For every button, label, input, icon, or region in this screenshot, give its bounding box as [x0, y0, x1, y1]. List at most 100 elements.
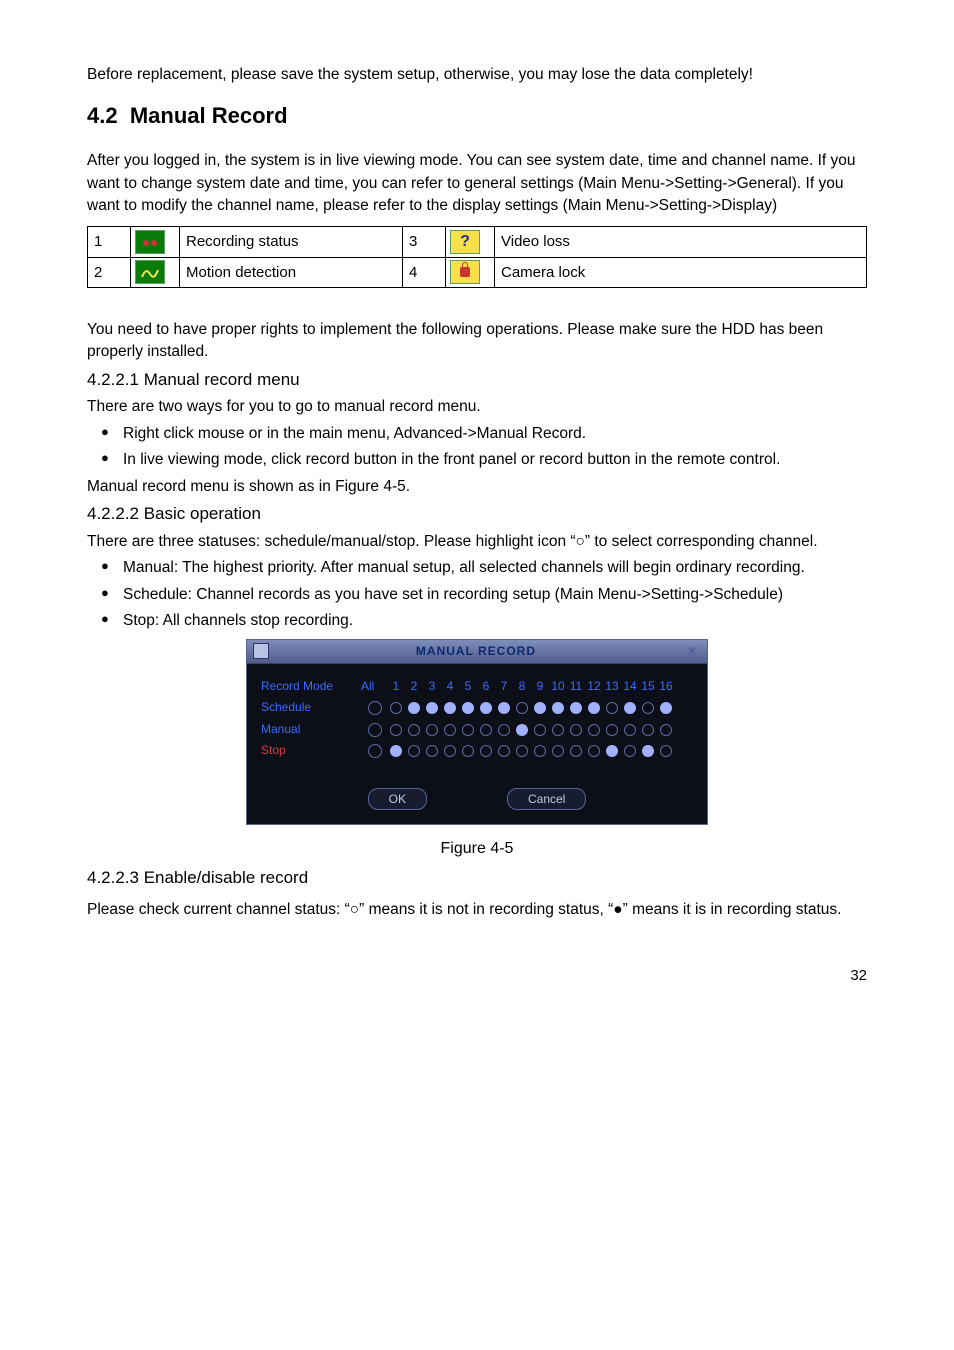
section-title: Manual Record: [130, 103, 288, 128]
record-mode-label: Record Mode: [261, 678, 361, 695]
list-item: Manual: The highest priority. After manu…: [87, 557, 867, 579]
channel-radio[interactable]: [408, 724, 420, 736]
channel-radio[interactable]: [462, 745, 474, 757]
schedule-radios[interactable]: [389, 702, 693, 714]
channel-radio[interactable]: [552, 745, 564, 757]
channel-numbers: 12345678910111213141516: [389, 678, 693, 695]
cell-icon: [131, 226, 180, 257]
close-icon[interactable]: ✕: [683, 643, 701, 660]
section-intro: After you logged in, the system is in li…: [87, 150, 867, 217]
channel-number: 14: [623, 678, 637, 695]
manual-all-radio[interactable]: [368, 723, 382, 737]
cell-num: 2: [88, 257, 131, 288]
channel-radio[interactable]: [498, 702, 510, 714]
channel-radio[interactable]: [624, 745, 636, 757]
paragraph: There are three statuses: schedule/manua…: [87, 531, 867, 553]
cell-desc: Recording status: [180, 226, 403, 257]
schedule-all-radio[interactable]: [368, 701, 382, 715]
channel-radio[interactable]: [426, 702, 438, 714]
channel-radio[interactable]: [408, 745, 420, 757]
channel-radio[interactable]: [516, 724, 528, 736]
channel-radio[interactable]: [480, 745, 492, 757]
channel-radio[interactable]: [534, 702, 546, 714]
channel-radio[interactable]: [426, 745, 438, 757]
channel-radio[interactable]: [552, 724, 564, 736]
channel-radio[interactable]: [480, 702, 492, 714]
channel-number: 7: [497, 678, 511, 695]
manual-label: Manual: [261, 721, 361, 738]
channel-radio[interactable]: [480, 724, 492, 736]
cell-icon: [446, 257, 495, 288]
manual-row: Manual: [261, 721, 693, 738]
cell-icon: ?: [446, 226, 495, 257]
page-number: 32: [87, 965, 867, 987]
channel-number: 9: [533, 678, 547, 695]
recording-status-icon: [135, 230, 165, 254]
cell-icon: [131, 257, 180, 288]
channel-number: 6: [479, 678, 493, 695]
channel-radio[interactable]: [444, 745, 456, 757]
channel-radio[interactable]: [390, 724, 402, 736]
stop-label: Stop: [261, 742, 361, 759]
dialog-header-row: Record Mode All 12345678910111213141516: [261, 678, 693, 695]
list-item: Schedule: Channel records as you have se…: [87, 584, 867, 606]
channel-radio[interactable]: [516, 702, 528, 714]
channel-radio[interactable]: [588, 745, 600, 757]
channel-radio[interactable]: [570, 745, 582, 757]
channel-number: 13: [605, 678, 619, 695]
channel-radio[interactable]: [444, 702, 456, 714]
channel-radio[interactable]: [606, 702, 618, 714]
channel-number: 12: [587, 678, 601, 695]
channel-radio[interactable]: [462, 702, 474, 714]
channel-radio[interactable]: [606, 724, 618, 736]
channel-radio[interactable]: [552, 702, 564, 714]
channel-radio[interactable]: [498, 745, 510, 757]
manual-radios[interactable]: [389, 724, 693, 736]
list-item: Stop: All channels stop recording.: [87, 610, 867, 632]
channel-radio[interactable]: [462, 724, 474, 736]
intro-paragraph: Before replacement, please save the syst…: [87, 64, 867, 86]
channel-radio[interactable]: [588, 724, 600, 736]
channel-radio[interactable]: [660, 745, 672, 757]
channel-radio[interactable]: [624, 702, 636, 714]
dialog-footer: OK Cancel: [247, 778, 707, 824]
channel-radio[interactable]: [498, 724, 510, 736]
channel-radio[interactable]: [426, 724, 438, 736]
cell-num: 4: [403, 257, 446, 288]
sub-heading-4222: 4.2.2.2 Basic operation: [87, 502, 867, 527]
channel-radio[interactable]: [660, 702, 672, 714]
channel-radio[interactable]: [390, 702, 402, 714]
channel-number: 5: [461, 678, 475, 695]
channel-radio[interactable]: [570, 702, 582, 714]
channel-radio[interactable]: [534, 745, 546, 757]
paragraph: There are two ways for you to go to manu…: [87, 396, 867, 418]
channel-radio[interactable]: [642, 724, 654, 736]
stop-radios[interactable]: [389, 745, 693, 757]
status-icon-table: 1 Recording status 3 ? Video loss 2 Moti…: [87, 226, 867, 289]
channel-radio[interactable]: [624, 724, 636, 736]
channel-radio[interactable]: [444, 724, 456, 736]
channel-radio[interactable]: [570, 724, 582, 736]
channel-number: 15: [641, 678, 655, 695]
channel-radio[interactable]: [516, 745, 528, 757]
schedule-label: Schedule: [261, 699, 361, 716]
stop-row: Stop: [261, 742, 693, 759]
channel-radio[interactable]: [660, 724, 672, 736]
channel-radio[interactable]: [390, 745, 402, 757]
channel-radio[interactable]: [606, 745, 618, 757]
all-label: All: [361, 678, 389, 695]
channel-radio[interactable]: [642, 745, 654, 757]
cancel-button[interactable]: Cancel: [507, 788, 586, 810]
channel-number: 1: [389, 678, 403, 695]
channel-number: 2: [407, 678, 421, 695]
bullet-list: Right click mouse or in the main menu, A…: [87, 423, 867, 472]
channel-radio[interactable]: [534, 724, 546, 736]
stop-all-radio[interactable]: [368, 744, 382, 758]
figure-caption: Figure 4-5: [87, 837, 867, 860]
section-heading: 4.2 Manual Record: [87, 100, 867, 132]
channel-radio[interactable]: [408, 702, 420, 714]
channel-number: 11: [569, 678, 583, 695]
ok-button[interactable]: OK: [368, 788, 427, 810]
channel-radio[interactable]: [642, 702, 654, 714]
channel-radio[interactable]: [588, 702, 600, 714]
